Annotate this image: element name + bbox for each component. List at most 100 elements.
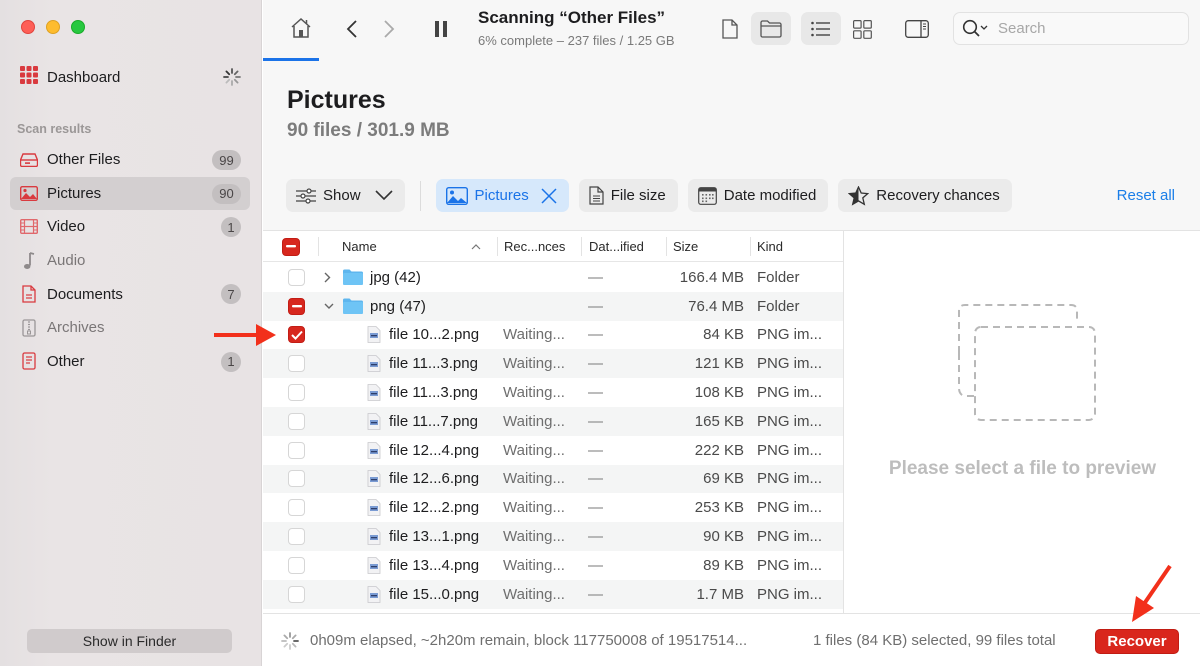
filter-recovery-chances[interactable]: Recovery chances	[838, 179, 1012, 212]
table-row[interactable]: file 12...6.png Waiting... — 69 KB PNG im...	[263, 464, 843, 494]
folder-icon	[759, 19, 783, 39]
count-badge: 1	[221, 351, 241, 372]
preview-pane: Please select a file to preview	[843, 230, 1200, 613]
row-checkbox[interactable]	[288, 585, 305, 603]
back-button[interactable]	[343, 18, 361, 40]
table-row[interactable]: file 10...2.png Waiting... — 84 KB PNG im...	[263, 321, 843, 350]
png-file-icon	[367, 378, 381, 407]
file-name: file 12...6.png	[389, 470, 480, 488]
column-header-name[interactable]: Name	[342, 231, 377, 262]
search-input[interactable]	[998, 20, 1178, 37]
recover-button[interactable]: Recover	[1095, 629, 1179, 654]
png-file-icon	[367, 321, 381, 350]
row-checkbox[interactable]	[288, 441, 305, 459]
show-dropdown[interactable]: Show	[286, 179, 405, 212]
file-name: file 10...2.png	[389, 326, 480, 344]
table-row[interactable]: file 11...3.png Waiting... — 121 KB PNG im..…	[263, 349, 843, 379]
row-checkbox[interactable]	[288, 355, 305, 373]
sidebar-nav: Other Files 99 Pictures 90 Video 1 Audio	[10, 143, 250, 378]
row-checkbox[interactable]	[288, 384, 305, 402]
file-name: file 15...0.png	[389, 585, 480, 603]
sidebar-item-archives[interactable]: Archives	[10, 311, 250, 345]
file-name: jpg (42)	[370, 268, 421, 286]
sort-ascending-icon	[471, 231, 481, 262]
disclosure-collapsed-icon[interactable]	[324, 263, 331, 292]
filter-chip-pictures[interactable]: Pictures	[435, 179, 569, 212]
toggle-preview-button[interactable]	[904, 19, 930, 39]
column-header-recovery[interactable]: Rec...nces	[504, 231, 565, 262]
count-badge: 90	[212, 183, 241, 204]
show-label: Show	[323, 187, 361, 204]
date-modified: —	[588, 297, 603, 315]
table-row[interactable]: file 13...1.png Waiting... — 90 KB PNG im...	[263, 522, 843, 551]
forward-button[interactable]	[380, 18, 398, 40]
date-modified: —	[588, 441, 603, 459]
file-kind: PNG im...	[757, 585, 823, 603]
row-checkbox[interactable]	[288, 412, 305, 430]
home-icon	[291, 17, 311, 38]
row-checkbox[interactable]	[288, 326, 305, 344]
row-checkbox[interactable]	[288, 499, 305, 517]
row-checkbox[interactable]	[288, 470, 305, 488]
search-field[interactable]	[953, 12, 1189, 45]
table-row[interactable]: file 11...7.png Waiting... — 165 KB PNG im..…	[263, 407, 843, 436]
filter-chip-label: Pictures	[474, 187, 529, 204]
sidebar-item-label: Audio	[47, 252, 86, 270]
sidebar-item-pictures[interactable]: Pictures 90	[10, 176, 250, 211]
table-row[interactable]: file 15...0.png Waiting... — 1.7 MB PNG im..…	[263, 579, 843, 609]
row-checkbox[interactable]	[288, 556, 305, 574]
recovery-chances: Waiting...	[503, 384, 565, 402]
filter-file-size[interactable]: File size	[578, 179, 678, 212]
pause-scan-button[interactable]	[431, 18, 451, 40]
sidebar-item-audio[interactable]: Audio	[10, 244, 250, 278]
row-checkbox[interactable]	[288, 297, 305, 315]
column-header-date[interactable]: Dat...ified	[589, 231, 644, 262]
grid-view-icon	[852, 19, 872, 39]
row-checkbox[interactable]	[288, 528, 305, 546]
select-all-checkbox[interactable]	[282, 231, 300, 262]
remove-filter-icon[interactable]	[541, 187, 557, 204]
file-kind: PNG im...	[757, 556, 823, 574]
table-row[interactable]: file 12...4.png Waiting... — 222 KB PNG im..…	[263, 436, 843, 465]
table-row[interactable]: file 11...3.png Waiting... — 108 KB PNG im..…	[263, 378, 843, 407]
date-modified: —	[588, 412, 603, 430]
row-checkbox[interactable]	[288, 268, 305, 286]
column-header-kind[interactable]: Kind	[757, 231, 783, 262]
active-tab-indicator	[263, 58, 319, 61]
file-view-button[interactable]	[720, 18, 740, 40]
disclosure-expanded-icon[interactable]	[324, 292, 334, 321]
column-header-size[interactable]: Size	[673, 231, 698, 262]
table-row[interactable]: file 12...2.png Waiting... — 253 KB PNG im..…	[263, 493, 843, 522]
file-name: file 11...7.png	[389, 412, 478, 430]
filter-bar: Show Pictures File size Date modified Re…	[286, 179, 1022, 212]
sidebar-item-other[interactable]: Other 1	[10, 345, 250, 379]
file-kind: Folder	[757, 268, 800, 286]
home-button[interactable]	[288, 16, 314, 40]
filter-date-modified[interactable]: Date modified	[687, 179, 829, 212]
page-subtitle: 90 files / 301.9 MB	[287, 120, 450, 141]
file-kind: PNG im...	[757, 499, 823, 517]
table-row[interactable]: file 13...4.png Waiting... — 89 KB PNG im...	[263, 551, 843, 580]
minimize-window-button[interactable]	[46, 20, 60, 34]
recovery-chances: Waiting...	[503, 412, 565, 430]
png-file-icon	[367, 580, 381, 609]
sidebar-item-dashboard[interactable]: Dashboard	[20, 64, 242, 90]
sidebar-item-documents[interactable]: Documents 7	[10, 277, 250, 311]
file-size: 165 KB	[694, 412, 744, 430]
grid-view-button[interactable]	[851, 19, 873, 39]
sidebar-right-icon	[905, 20, 929, 38]
file-size: 1.7 MB	[696, 585, 744, 603]
grid-icon	[20, 65, 38, 89]
sidebar-item-video[interactable]: Video 1	[10, 210, 250, 244]
sliders-icon	[296, 187, 316, 204]
reset-all-link[interactable]: Reset all	[1117, 187, 1175, 204]
sidebar-item-label: Other	[47, 352, 85, 370]
file-name: file 12...4.png	[389, 441, 480, 459]
show-in-finder-button[interactable]: Show in Finder	[27, 629, 232, 653]
zoom-window-button[interactable]	[71, 20, 85, 34]
file-kind: PNG im...	[757, 470, 823, 488]
sidebar-item-other-files[interactable]: Other Files 99	[10, 143, 250, 177]
close-window-button[interactable]	[21, 20, 35, 34]
folder-row[interactable]: jpg (42) — 166.4 MB Folder	[263, 263, 843, 292]
folder-row[interactable]: png (47) — 76.4 MB Folder	[263, 291, 843, 321]
